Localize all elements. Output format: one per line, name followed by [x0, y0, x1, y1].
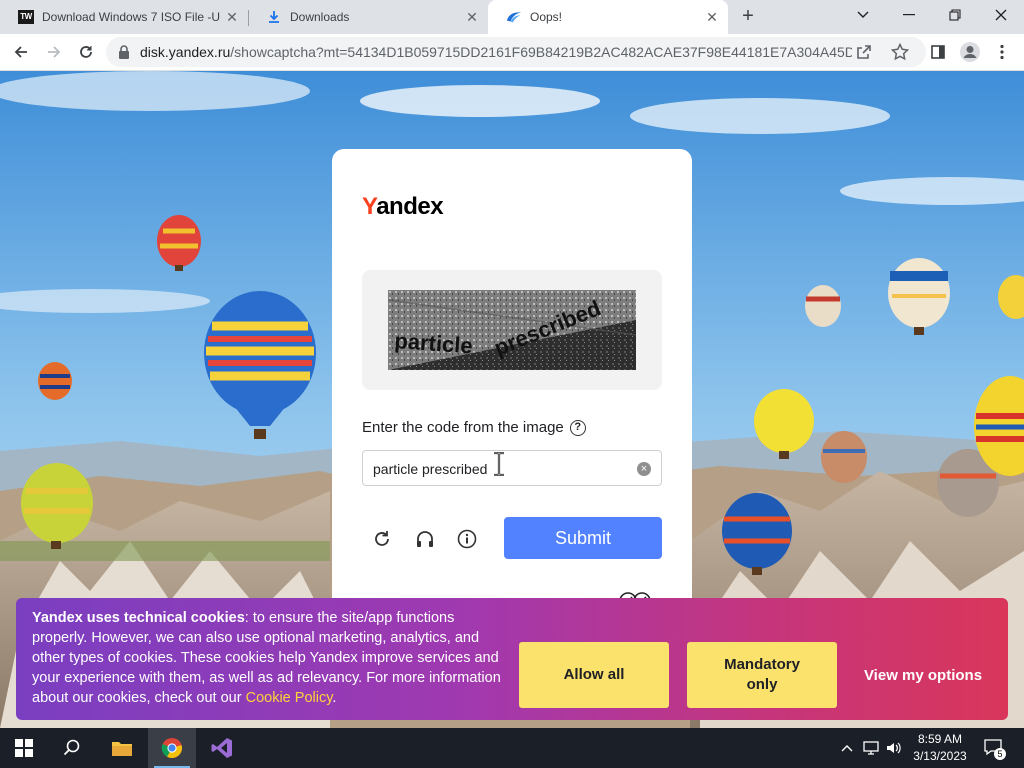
notification-center-icon[interactable]: 5	[984, 738, 1006, 760]
yandex-logo: Yandex	[362, 193, 444, 220]
url-text: disk.yandex.ru/showcaptcha?mt=54134D1B05…	[140, 44, 852, 60]
restore-icon[interactable]	[932, 0, 978, 30]
chevron-up-icon[interactable]	[838, 728, 856, 768]
captcha-input[interactable]: particle prescribed ×	[362, 450, 662, 486]
profile-avatar-icon[interactable]	[958, 40, 982, 64]
tab-search-icon[interactable]	[840, 0, 886, 30]
volume-icon[interactable]	[884, 728, 904, 768]
reload-icon[interactable]	[74, 40, 98, 64]
cookie-text: Yandex uses technical cookies: to ensure…	[32, 610, 501, 706]
visual-studio-icon[interactable]	[198, 728, 246, 768]
share-icon[interactable]	[854, 42, 874, 67]
text-cursor-icon	[494, 452, 504, 476]
browser-toolbar: disk.yandex.ru/showcaptcha?mt=54134D1B05…	[0, 34, 1024, 71]
close-icon[interactable]: ✕	[464, 9, 480, 25]
info-icon[interactable]	[455, 527, 479, 551]
captcha-prompt: Enter the code from the image ?	[362, 419, 586, 436]
forward-icon[interactable]	[42, 40, 66, 64]
close-icon[interactable]: ✕	[224, 9, 240, 25]
view-options-button[interactable]: View my options	[853, 642, 993, 708]
download-icon	[266, 9, 282, 25]
submit-button[interactable]: Submit	[504, 517, 662, 559]
allow-all-button[interactable]: Allow all	[519, 642, 669, 708]
audio-headphones-icon[interactable]	[413, 527, 437, 551]
refresh-icon[interactable]	[370, 527, 394, 551]
network-icon[interactable]	[860, 728, 882, 768]
clock-time: 8:59 AM	[917, 732, 963, 746]
search-icon[interactable]	[48, 728, 96, 768]
help-icon[interactable]: ?	[569, 419, 586, 436]
notification-count: 5	[994, 748, 1006, 760]
windows-taskbar: 8:59 AM 3/13/2023 5	[0, 728, 1024, 768]
clock-date: 3/13/2023	[913, 749, 967, 763]
captcha-image: particle prescribed	[388, 290, 636, 370]
tab-title: Download Windows 7 ISO File -U	[42, 10, 221, 24]
page-viewport: Yandex particle prescribed Enter the cod…	[0, 71, 1024, 728]
lock-icon[interactable]	[118, 45, 130, 64]
captcha-image-box: particle prescribed	[362, 270, 662, 390]
yandex-disk-icon	[506, 9, 522, 25]
mandatory-only-button[interactable]: Mandatory only	[687, 642, 837, 708]
new-tab-button[interactable]: +	[736, 5, 760, 29]
close-icon[interactable]: ✕	[704, 9, 720, 25]
tab-title: Oops!	[530, 10, 563, 24]
clear-icon[interactable]: ×	[637, 462, 651, 476]
tab-title: Downloads	[290, 10, 350, 24]
menu-kebab-icon[interactable]	[990, 40, 1014, 64]
system-clock[interactable]: 8:59 AM 3/13/2023	[905, 731, 975, 765]
balloon	[805, 285, 841, 327]
captcha-input-value: particle prescribed	[373, 461, 488, 477]
cookie-banner: Yandex uses technical cookies: to ensure…	[16, 598, 1008, 720]
file-explorer-icon[interactable]	[98, 728, 146, 768]
back-icon[interactable]	[9, 40, 33, 64]
tw-icon: TW	[18, 9, 34, 25]
tab-oops[interactable]: Oops! ✕	[488, 0, 728, 34]
balloon	[38, 362, 72, 400]
side-panel-icon[interactable]	[926, 40, 950, 64]
cookie-policy-link[interactable]: Cookie Policy	[246, 690, 333, 706]
bookmark-star-icon[interactable]	[890, 42, 910, 67]
start-windows-icon[interactable]	[0, 728, 48, 768]
chrome-icon[interactable]	[148, 728, 196, 768]
tab-strip: TW Download Windows 7 ISO File -U ✕ Down…	[0, 0, 1024, 34]
balloon	[821, 431, 867, 483]
tab-download-windows[interactable]: TW Download Windows 7 ISO File -U ✕	[0, 0, 248, 34]
tab-downloads[interactable]: Downloads ✕	[248, 0, 488, 34]
address-bar[interactable]: disk.yandex.ru/showcaptcha?mt=54134D1B05…	[106, 37, 926, 67]
minimize-icon[interactable]	[886, 0, 932, 30]
close-window-icon[interactable]	[978, 0, 1024, 30]
